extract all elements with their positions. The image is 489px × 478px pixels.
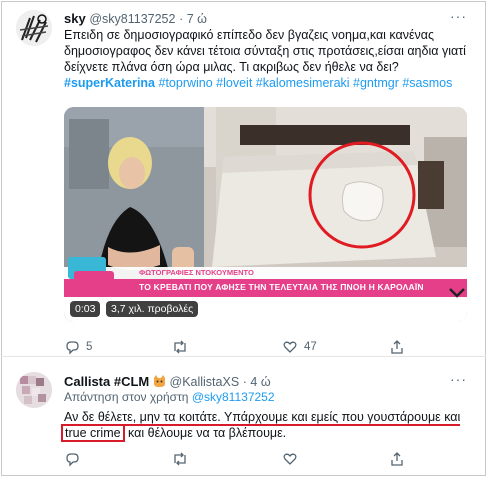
reply-button[interactable] [64,451,80,467]
video-media[interactable]: ΦΩΤΟΓΡΑΦΙΕΣ ΝΤΟΚΟΥΜΕΝΤΟ ΤΟ ΚΡΕΒΑΤΙ ΠΟΥ Α… [64,107,467,322]
author-display-name[interactable]: sky [64,11,86,26]
tweet-timestamp[interactable]: · 7 ώ [179,12,207,26]
video-timer: 0:03 [70,301,101,317]
share-button[interactable] [389,451,405,467]
retweet-button[interactable] [171,451,189,467]
avatar[interactable] [16,372,52,408]
cat-emoji-icon [153,375,166,390]
banner-caption: ΤΟ ΚΡΕΒΑΤΙ ΠΟΥ ΑΦΗΣΕ ΤΗΝ ΤΕΛΕΥΤΑΙΑ ΤΗΣ Π… [139,282,424,292]
like-button[interactable]: 47 [282,339,317,355]
share-icon [391,452,403,466]
reply-to-link[interactable]: @sky81137252 [192,390,275,404]
reply-prefix: Απάντηση στον χρήστη [64,390,189,404]
tweet-actions [64,451,464,469]
hashtag-link[interactable]: #superKaterina [64,76,155,90]
highlighted-phrase: true crime [61,424,125,442]
reply-count: 5 [86,341,93,353]
retweet-icon [174,340,186,354]
banner-headline: ΦΩΤΟΓΡΑΦΙΕΣ ΝΤΟΚΟΥΜΕΝΤΟ [139,268,254,277]
video-views: 3,7 χιλ. προβολές [106,301,199,317]
author-handle[interactable]: @KallistaXS [170,375,240,389]
tweet-text: Επειδη σε δημοσιογραφικό επίπεδο δεν βγα… [64,27,469,91]
tweet-text: Αν δε θέλετε, μην τα κοιτάτε. Υπάρχουμε … [61,409,474,442]
more-options-icon[interactable]: ··· [450,371,467,387]
share-icon [391,340,403,354]
like-count: 47 [304,341,317,353]
retweet-button[interactable] [171,339,195,355]
hashtag-links[interactable]: #toprwino #loveit #kalomesimeraki #gntmg… [155,76,452,90]
heart-icon [283,453,297,465]
share-button[interactable] [389,339,405,355]
reply-icon [66,453,79,467]
author-name[interactable]: sky @sky81137252 · 7 ώ [64,11,207,26]
tweet-divider [1,356,486,357]
sketch-avatar-image [16,10,52,46]
blurred-avatar-image [16,372,52,408]
heart-icon [283,341,297,353]
author-name[interactable]: Callista #CLM @KallistaXS · 4 ώ [64,374,271,390]
tweet-actions: 5 47 [64,339,464,357]
tweet-timestamp[interactable]: · 4 ώ [243,375,271,389]
reply-context: Απάντηση στον χρήστη @sky81137252 [64,390,275,404]
like-button[interactable] [282,451,298,467]
tweet-body: Επειδη σε δημοσιογραφικό επίπεδο δεν βγα… [64,28,466,74]
author-handle[interactable]: @sky81137252 [89,12,175,26]
avatar[interactable] [16,10,52,46]
video-time: 0:03 [75,303,96,315]
view-count: 3,7 χιλ. προβολές [111,303,194,315]
reply-button[interactable]: 5 [64,339,92,355]
tweet-body-line2: και θέλουμε να τα βλέπουμε. [124,426,287,440]
author-display-name[interactable]: Callista #CLM [64,374,149,389]
more-options-icon[interactable]: ··· [450,8,467,24]
retweet-icon [174,452,186,466]
reply-icon [66,341,79,355]
